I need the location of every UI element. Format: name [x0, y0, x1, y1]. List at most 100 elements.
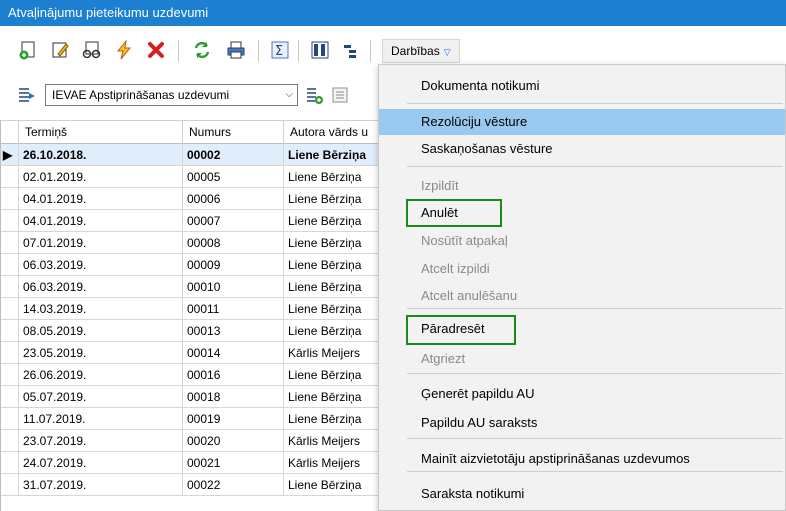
- row-indicator: [1, 254, 19, 276]
- table-row[interactable]: 23.05.2019. 00014 Kārlis Meijers: [1, 342, 381, 364]
- menu-separator: [407, 373, 783, 374]
- lightning-icon[interactable]: [112, 38, 136, 62]
- cell-author[interactable]: Liene Bērziņa: [284, 386, 381, 408]
- filter-settings-icon[interactable]: [328, 83, 352, 107]
- actions-label: Darbības: [391, 44, 440, 58]
- cell-term[interactable]: 24.07.2019.: [19, 452, 183, 474]
- menu-item[interactable]: Saraksta notikumi: [379, 481, 785, 507]
- cell-number[interactable]: 00014: [183, 342, 284, 364]
- table-row[interactable]: 23.07.2019. 00020 Kārlis Meijers: [1, 430, 381, 452]
- menu-item[interactable]: Papildu AU saraksts: [379, 410, 785, 436]
- delete-icon[interactable]: [144, 38, 168, 62]
- cell-author[interactable]: Liene Bērziņa: [284, 474, 381, 496]
- view-icon[interactable]: [80, 38, 104, 62]
- cell-number[interactable]: 00008: [183, 232, 284, 254]
- menu-item[interactable]: Dokumenta notikumi: [379, 73, 785, 99]
- cell-term[interactable]: 31.07.2019.: [19, 474, 183, 496]
- table-row[interactable]: 04.01.2019. 00007 Liene Bērziņa: [1, 210, 381, 232]
- cell-number[interactable]: 00019: [183, 408, 284, 430]
- cell-term[interactable]: 06.03.2019.: [19, 254, 183, 276]
- cell-number[interactable]: 00022: [183, 474, 284, 496]
- cell-number[interactable]: 00010: [183, 276, 284, 298]
- cell-number[interactable]: 00002: [183, 144, 284, 166]
- table-row[interactable]: 14.03.2019. 00011 Liene Bērziņa: [1, 298, 381, 320]
- row-indicator: [1, 452, 19, 474]
- cell-term[interactable]: 04.01.2019.: [19, 210, 183, 232]
- cell-term[interactable]: 08.05.2019.: [19, 320, 183, 342]
- cell-author[interactable]: Kārlis Meijers: [284, 452, 381, 474]
- add-filter-icon[interactable]: [302, 83, 326, 107]
- tree-icon[interactable]: [338, 38, 362, 62]
- table-row[interactable]: 05.07.2019. 00018 Liene Bērziņa: [1, 386, 381, 408]
- menu-item: Izpildīt: [421, 178, 459, 193]
- column-header-term[interactable]: Termiņš: [19, 121, 183, 145]
- cell-author[interactable]: Kārlis Meijers: [284, 342, 381, 364]
- table-row[interactable]: 11.07.2019. 00019 Liene Bērziņa: [1, 408, 381, 430]
- cell-term[interactable]: 23.07.2019.: [19, 430, 183, 452]
- table-row[interactable]: 06.03.2019. 00010 Liene Bērziņa: [1, 276, 381, 298]
- cell-term[interactable]: 11.07.2019.: [19, 408, 183, 430]
- filter-select-value: IEVAE Apstiprināšanas uzdevumi: [52, 88, 230, 102]
- cell-number[interactable]: 00021: [183, 452, 284, 474]
- cell-author[interactable]: Liene Bērziņa: [284, 144, 381, 166]
- cell-author[interactable]: Liene Bērziņa: [284, 232, 381, 254]
- cell-term[interactable]: 23.05.2019.: [19, 342, 183, 364]
- cell-author[interactable]: Liene Bērziņa: [284, 188, 381, 210]
- cell-author[interactable]: Liene Bērziņa: [284, 320, 381, 342]
- cell-number[interactable]: 00005: [183, 166, 284, 188]
- column-header-number[interactable]: Numurs: [183, 121, 284, 145]
- cell-number[interactable]: 00013: [183, 320, 284, 342]
- cell-number[interactable]: 00007: [183, 210, 284, 232]
- table-row[interactable]: 04.01.2019. 00006 Liene Bērziņa: [1, 188, 381, 210]
- column-header-author[interactable]: Autora vārds u: [284, 121, 381, 145]
- cell-number[interactable]: 00020: [183, 430, 284, 452]
- edit-icon[interactable]: [48, 38, 72, 62]
- table-row[interactable]: 26.06.2019. 00016 Liene Bērziņa: [1, 364, 381, 386]
- menu-item[interactable]: Mainīt aizvietotāju apstiprināšanas uzde…: [379, 446, 785, 472]
- highlight-box: [406, 199, 502, 227]
- table-row[interactable]: 06.03.2019. 00009 Liene Bērziņa: [1, 254, 381, 276]
- filter-select[interactable]: IEVAE Apstiprināšanas uzdevumi ⌵: [45, 84, 298, 106]
- cell-author[interactable]: Liene Bērziņa: [284, 254, 381, 276]
- sum-icon[interactable]: Σ: [268, 38, 292, 62]
- filter-list-icon[interactable]: [14, 83, 38, 107]
- actions-dropdown-button[interactable]: Darbības ▽: [382, 39, 460, 63]
- refresh-icon[interactable]: [190, 38, 214, 62]
- svg-text:Σ: Σ: [275, 44, 283, 59]
- menu-item[interactable]: Saskaņošanas vēsture: [379, 136, 785, 162]
- cell-term[interactable]: 07.01.2019.: [19, 232, 183, 254]
- cell-author[interactable]: Liene Bērziņa: [284, 298, 381, 320]
- new-doc-icon[interactable]: [16, 38, 40, 62]
- table-row[interactable]: 24.07.2019. 00021 Kārlis Meijers: [1, 452, 381, 474]
- cell-term[interactable]: 26.10.2018.: [19, 144, 183, 166]
- table-row[interactable]: 08.05.2019. 00013 Liene Bērziņa: [1, 320, 381, 342]
- cell-term[interactable]: 04.01.2019.: [19, 188, 183, 210]
- cell-author[interactable]: Liene Bērziņa: [284, 210, 381, 232]
- table-row[interactable]: 31.07.2019. 00022 Liene Bērziņa: [1, 474, 381, 496]
- cell-term[interactable]: 14.03.2019.: [19, 298, 183, 320]
- cell-term[interactable]: 26.06.2019.: [19, 364, 183, 386]
- cell-number[interactable]: 00006: [183, 188, 284, 210]
- menu-item: Atcelt anulēšanu: [421, 288, 518, 303]
- cell-number[interactable]: 00011: [183, 298, 284, 320]
- columns-icon[interactable]: [308, 38, 332, 62]
- cell-author[interactable]: Liene Bērziņa: [284, 166, 381, 188]
- cell-author[interactable]: Liene Bērziņa: [284, 408, 381, 430]
- table-row[interactable]: ▶ 26.10.2018. 00002 Liene Bērziņa: [1, 144, 381, 166]
- cell-term[interactable]: 06.03.2019.: [19, 276, 183, 298]
- cell-author[interactable]: Liene Bērziņa: [284, 276, 381, 298]
- header-indicator: [1, 121, 19, 145]
- cell-number[interactable]: 00009: [183, 254, 284, 276]
- menu-item[interactable]: Ģenerēt papildu AU: [379, 381, 785, 407]
- table-row[interactable]: 07.01.2019. 00008 Liene Bērziņa: [1, 232, 381, 254]
- cell-term[interactable]: 02.01.2019.: [19, 166, 183, 188]
- cell-author[interactable]: Liene Bērziņa: [284, 364, 381, 386]
- cell-number[interactable]: 00018: [183, 386, 284, 408]
- print-icon[interactable]: [224, 38, 248, 62]
- menu-item[interactable]: Rezolūciju vēsture: [379, 109, 785, 135]
- cell-term[interactable]: 05.07.2019.: [19, 386, 183, 408]
- cell-number[interactable]: 00016: [183, 364, 284, 386]
- menu-separator: [407, 166, 783, 167]
- table-row[interactable]: 02.01.2019. 00005 Liene Bērziņa: [1, 166, 381, 188]
- cell-author[interactable]: Kārlis Meijers: [284, 430, 381, 452]
